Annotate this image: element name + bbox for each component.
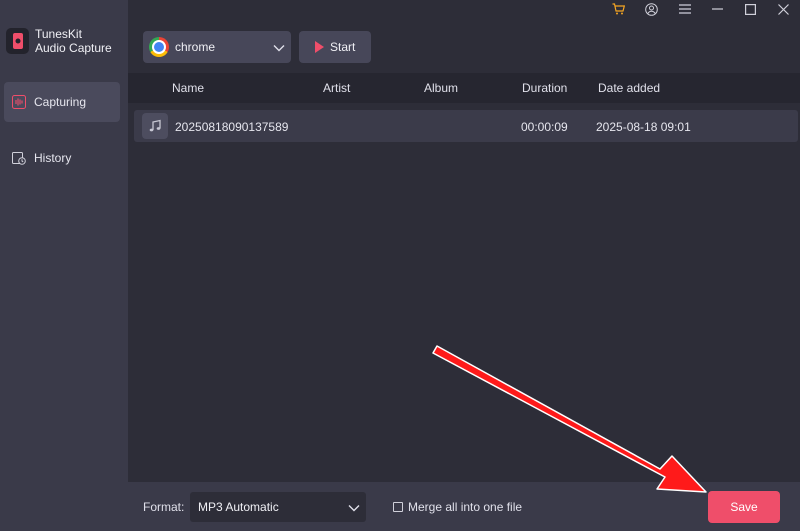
sidebar-item-capturing[interactable]: Capturing <box>4 82 120 122</box>
save-button-label: Save <box>730 500 758 514</box>
app-logo-icon <box>6 28 29 54</box>
merge-option[interactable]: Merge all into one file <box>393 500 522 514</box>
column-header-album[interactable]: Album <box>424 81 458 95</box>
chrome-icon <box>149 37 169 57</box>
merge-label: Merge all into one file <box>408 500 523 514</box>
table-header: Name Artist Album Duration Date added <box>128 73 800 103</box>
row-duration: 00:00:09 <box>521 120 568 134</box>
column-header-duration[interactable]: Duration <box>522 81 567 95</box>
column-header-artist[interactable]: Artist <box>323 81 350 95</box>
account-icon[interactable] <box>635 0 668 18</box>
music-note-icon <box>142 113 168 139</box>
audio-wave-icon <box>12 95 26 109</box>
app-brand: TunesKit Audio Capture <box>6 27 112 55</box>
chevron-down-icon <box>273 41 285 55</box>
menu-icon[interactable] <box>668 0 701 18</box>
audio-source-select[interactable]: chrome <box>143 31 291 63</box>
format-value: MP3 Automatic <box>198 500 279 514</box>
format-select[interactable]: MP3 Automatic <box>190 492 366 522</box>
maximize-icon[interactable] <box>734 0 767 18</box>
start-button-label: Start <box>330 40 356 54</box>
table-row[interactable]: 20250818090137589 00:00:09 2025-08-18 09… <box>134 110 798 142</box>
history-icon <box>12 151 26 165</box>
app-name-line1: TunesKit <box>35 27 82 41</box>
chevron-down-icon <box>348 501 360 515</box>
sidebar: TunesKit Audio Capture Capturing History <box>0 0 128 531</box>
sidebar-item-label: History <box>34 151 72 165</box>
sidebar-item-label: Capturing <box>34 95 87 109</box>
save-button[interactable]: Save <box>708 491 780 523</box>
close-icon[interactable] <box>767 0 800 18</box>
merge-checkbox[interactable] <box>393 502 403 512</box>
column-header-date[interactable]: Date added <box>598 81 660 95</box>
row-date: 2025-08-18 09:01 <box>596 120 691 134</box>
window-controls <box>602 0 800 18</box>
start-button[interactable]: Start <box>299 31 371 63</box>
row-name: 20250818090137589 <box>175 120 289 134</box>
audio-source-label: chrome <box>175 40 216 54</box>
format-label: Format: <box>143 500 185 514</box>
app-name-line2: Audio Capture <box>35 41 112 55</box>
cart-icon[interactable] <box>602 0 635 18</box>
sidebar-item-history[interactable]: History <box>4 138 120 178</box>
column-header-name[interactable]: Name <box>172 81 204 95</box>
minimize-icon[interactable] <box>701 0 734 18</box>
play-icon <box>315 41 324 53</box>
